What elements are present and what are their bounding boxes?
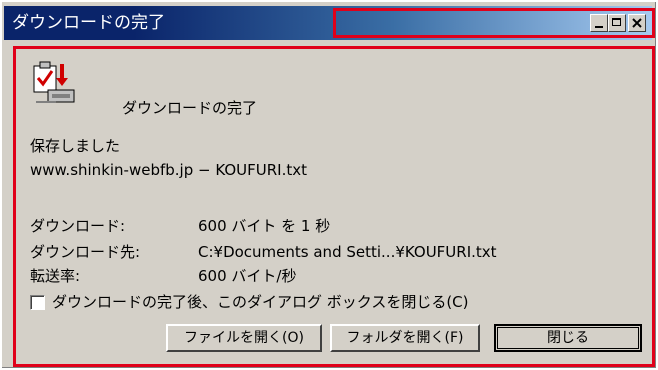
maximize-button[interactable] — [608, 14, 626, 32]
annotation-highlight-body — [13, 46, 655, 367]
download-source: www.shinkin-webfb.jp − KOUFURI.txt — [30, 161, 308, 179]
open-file-button[interactable]: ファイルを開く(O) — [166, 324, 322, 352]
dialog-heading: ダウンロードの完了 — [122, 99, 258, 117]
transfer-rate-label: 転送率: — [30, 267, 81, 285]
transfer-rate-value: 600 バイト/秒 — [198, 267, 297, 285]
destination-label: ダウンロード先: — [30, 243, 141, 261]
close-dialog-button[interactable]: 閉じる — [494, 324, 642, 352]
close-on-complete-label[interactable]: ダウンロードの完了後、このダイアログ ボックスを閉じる(C) — [52, 292, 469, 312]
downloaded-value: 600 バイト を 1 秒 — [198, 217, 331, 235]
window-title: ダウンロードの完了 — [12, 13, 165, 33]
download-complete-dialog: ダウンロードの完了 ダウンロードの完了 保存しました www.shinkin-w… — [0, 0, 658, 370]
close-icon — [632, 18, 642, 28]
destination-value: C:¥Documents and Setti...¥KOUFURI.txt — [198, 243, 497, 261]
saved-status-text: 保存しました — [30, 137, 121, 155]
open-folder-button[interactable]: フォルダを開く(F) — [330, 324, 480, 352]
close-on-complete-checkbox[interactable] — [30, 295, 45, 310]
close-button[interactable] — [628, 14, 646, 32]
downloaded-label: ダウンロード: — [30, 217, 126, 235]
minimize-button[interactable] — [590, 14, 608, 32]
title-bar[interactable]: ダウンロードの完了 — [4, 6, 652, 40]
download-complete-icon — [33, 61, 75, 103]
